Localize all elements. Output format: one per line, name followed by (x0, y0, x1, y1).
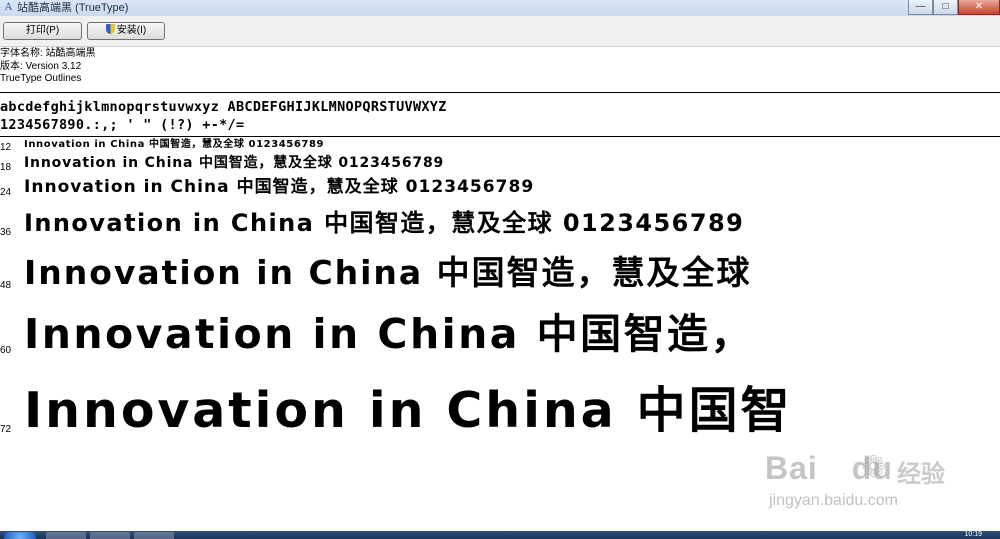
size-label-72: 72 (0, 424, 12, 435)
print-button[interactable]: 打印(P) (3, 22, 82, 40)
toolbar: 打印(P) 安装(I) (0, 16, 1000, 47)
font-name-line: 字体名称: 站酷高端黑 (0, 48, 96, 59)
charset-letters: abcdefghijklmnopqrstuvwxyz ABCDEFGHIJKLM… (0, 99, 447, 115)
sample-text-18: Innovation in China 中国智造，慧及全球 0123456789 (24, 155, 445, 171)
separator-line (0, 92, 1000, 93)
font-version-line: 版本: Version 3.12 (0, 60, 82, 72)
install-button[interactable]: 安装(I) (87, 22, 165, 40)
close-button[interactable]: ✕ (958, 0, 1000, 15)
font-file-icon: A (4, 2, 13, 13)
paw-icon: ❁ (861, 451, 887, 484)
sample-text-60: Innovation in China 中国智造， (24, 310, 754, 358)
size-label-36: 36 (0, 227, 12, 238)
size-label-18: 18 (0, 162, 12, 173)
install-button-label: 安装(I) (116, 25, 147, 36)
font-info: 字体名称: 站酷高端黑 版本: Version 3.12 TrueType Ou… (0, 48, 96, 86)
sample-text-72: Innovation in China 中国智 (24, 382, 793, 439)
taskbar-item[interactable] (46, 532, 86, 539)
charset-digits: 1234567890.:,; ' " (!?) +-*/= (0, 117, 245, 133)
sample-text-36: Innovation in China 中国智造，慧及全球 0123456789 (24, 209, 745, 237)
font-outline-line: TrueType Outlines (0, 73, 82, 84)
watermark-url: jingyan.baidu.com (769, 492, 898, 509)
sample-text-12: Innovation in China 中国智造，慧及全球 0123456789 (24, 139, 325, 150)
size-label-60: 60 (0, 345, 12, 356)
title-bar[interactable]: A 站酷高端黑 (TrueType) — □ ✕ (0, 0, 1000, 17)
window-title: 站酷高端黑 (TrueType) (17, 2, 129, 14)
print-button-label: 打印(P) (25, 25, 60, 36)
window-controls: — □ ✕ (908, 0, 1000, 16)
size-label-48: 48 (0, 280, 12, 291)
watermark-sub: 经验 (897, 460, 945, 488)
maximize-button[interactable]: □ (933, 0, 958, 15)
minimize-button[interactable]: — (908, 0, 933, 15)
taskbar: 10:19 (0, 531, 1000, 539)
taskbar-item[interactable] (134, 532, 174, 539)
uac-shield-icon (105, 24, 115, 34)
baidu-watermark: Bai du ❁ 经验 jingyan.baidu.com (765, 450, 965, 520)
separator-line (0, 136, 1000, 137)
taskbar-item[interactable] (90, 532, 130, 539)
sample-text-24: Innovation in China 中国智造，慧及全球 0123456789 (24, 177, 535, 197)
taskbar-clock: 10:19 (964, 531, 982, 538)
size-label-12: 12 (0, 142, 12, 153)
start-button[interactable] (4, 532, 36, 539)
size-label-24: 24 (0, 187, 12, 198)
sample-text-48: Innovation in China 中国智造，慧及全球 (24, 253, 752, 292)
